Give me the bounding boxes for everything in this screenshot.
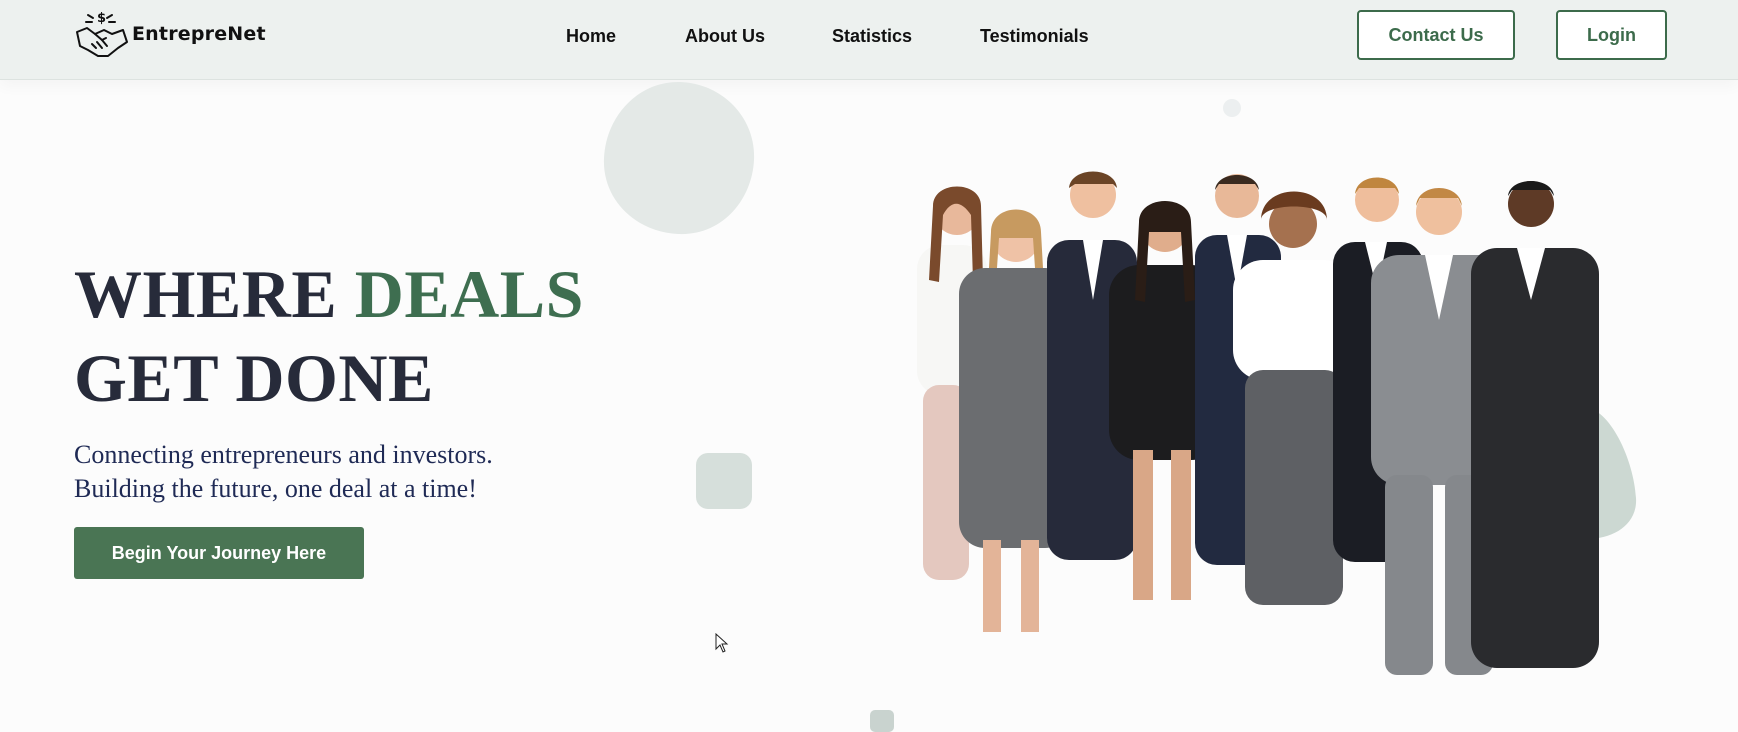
- hero-subtitle-line1: Connecting entrepreneurs and investors.: [74, 440, 493, 469]
- nav-home-link[interactable]: Home: [566, 26, 616, 47]
- login-button[interactable]: Login: [1556, 10, 1667, 60]
- top-navbar: $ EntrepreNet Home About Us Statistics T…: [0, 0, 1738, 80]
- contact-us-button[interactable]: Contact Us: [1357, 10, 1515, 60]
- nav-about-link[interactable]: About Us: [685, 26, 765, 47]
- hero-title-line2: GET DONE: [74, 340, 434, 416]
- person: [1471, 181, 1599, 668]
- business-team-photo: [917, 171, 1599, 675]
- decorative-dot: [1223, 99, 1241, 117]
- nav-testimonials-link[interactable]: Testimonials: [980, 26, 1089, 47]
- hero-subtitle: Connecting entrepreneurs and investors. …: [74, 438, 493, 506]
- hero-title-part1: WHERE: [74, 256, 355, 332]
- mouse-cursor-icon: [715, 633, 729, 653]
- hero-subtitle-line2: Building the future, one deal at a time!: [74, 474, 477, 503]
- decorative-blob: [870, 710, 894, 732]
- hero-title: WHERE DEALS GET DONE: [74, 252, 584, 420]
- decorative-blob: [603, 82, 755, 235]
- begin-journey-button[interactable]: Begin Your Journey Here: [74, 527, 364, 579]
- nav-statistics-link[interactable]: Statistics: [832, 26, 912, 47]
- decorative-blob: [696, 453, 752, 509]
- hero-title-accent: DEALS: [354, 256, 584, 332]
